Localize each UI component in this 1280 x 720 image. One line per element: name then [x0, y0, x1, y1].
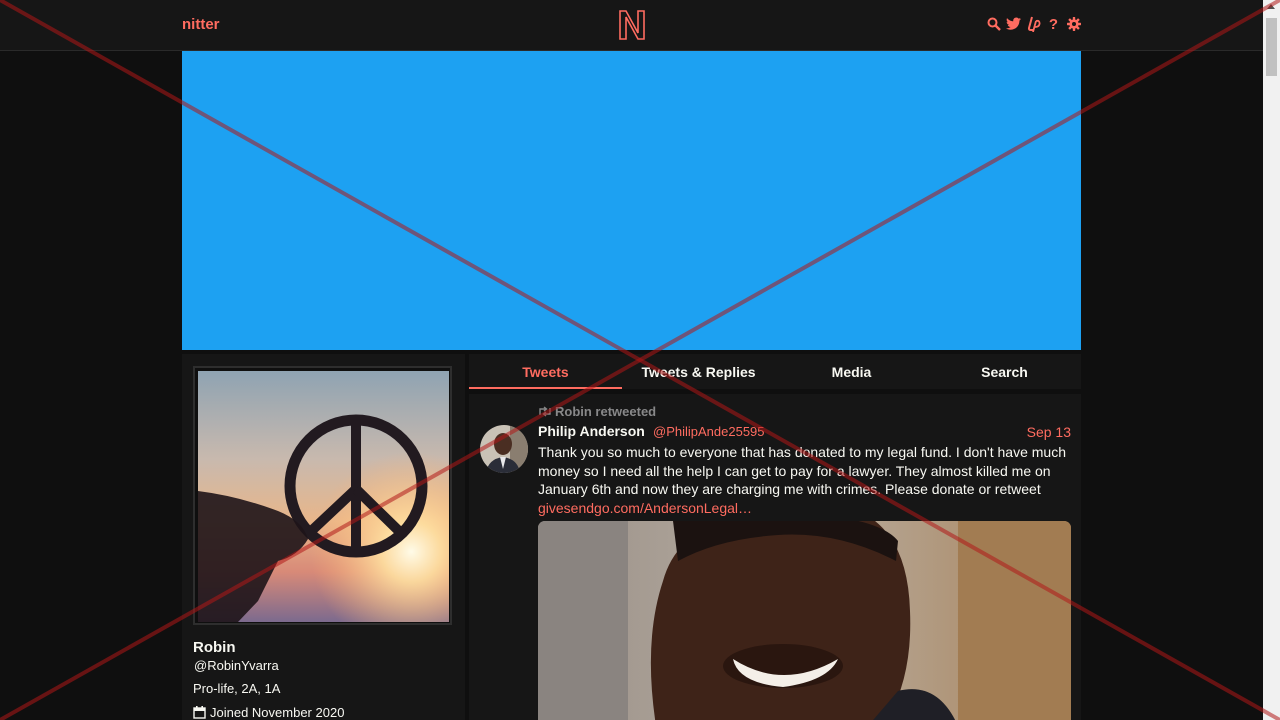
retweet-icon — [539, 406, 551, 417]
navbar: nitter ? — [0, 0, 1263, 51]
search-icon[interactable] — [986, 16, 1001, 32]
profile-banner[interactable] — [182, 51, 1081, 350]
scroll-up-arrow-icon[interactable] — [1267, 4, 1275, 9]
liberapay-icon[interactable] — [1026, 16, 1041, 32]
tab-search[interactable]: Search — [928, 354, 1081, 389]
profile-joined-text: Joined November 2020 — [210, 705, 345, 720]
profile-name[interactable]: Robin — [193, 639, 236, 656]
tab-tweets-replies[interactable]: Tweets & Replies — [622, 354, 775, 389]
settings-icon[interactable] — [1066, 16, 1081, 32]
tweet-author-avatar[interactable] — [480, 425, 528, 473]
tweet-text: Thank you so much to everyone that has d… — [538, 444, 1066, 497]
tab-media[interactable]: Media — [775, 354, 928, 389]
help-icon[interactable]: ? — [1046, 16, 1061, 33]
tweet-link[interactable]: givesendgo.com/AndersonLegal… — [538, 499, 1073, 518]
tweet-author-name[interactable]: Philip Anderson — [538, 423, 645, 439]
profile-bio: Pro-life, 2A, 1A — [193, 681, 281, 696]
scrollbar-thumb[interactable] — [1266, 18, 1277, 76]
tweet-body: Thank you so much to everyone that has d… — [538, 443, 1073, 517]
site-name-link[interactable]: nitter — [182, 16, 220, 33]
profile-handle[interactable]: @RobinYvarra — [194, 658, 279, 673]
timeline-tabs: Tweets Tweets & Replies Media Search — [469, 354, 1081, 389]
profile-card: Robin @RobinYvarra Pro-life, 2A, 1A Join… — [182, 354, 465, 720]
nav-icons: ? — [986, 16, 1081, 33]
nitter-logo-icon[interactable] — [618, 9, 646, 41]
retweet-header-text: Robin retweeted — [555, 404, 657, 419]
page-scrollbar[interactable] — [1263, 0, 1280, 720]
tweet-date[interactable]: Sep 13 — [1027, 424, 1071, 440]
profile-avatar[interactable] — [193, 366, 452, 625]
tab-tweets[interactable]: Tweets — [469, 354, 622, 389]
tweet-author-username[interactable]: @PhilipAnde25595 — [653, 424, 765, 439]
tweet-media-image[interactable] — [538, 521, 1071, 720]
retweet-header: Robin retweeted — [538, 404, 656, 419]
calendar-icon — [193, 706, 206, 719]
peace-sign-sunset-image — [198, 371, 449, 622]
profile-joined: Joined November 2020 — [193, 705, 344, 720]
timeline-tweet[interactable]: Robin retweeted Philip Anderson @PhilipA… — [469, 394, 1081, 720]
twitter-icon[interactable] — [1006, 16, 1021, 32]
